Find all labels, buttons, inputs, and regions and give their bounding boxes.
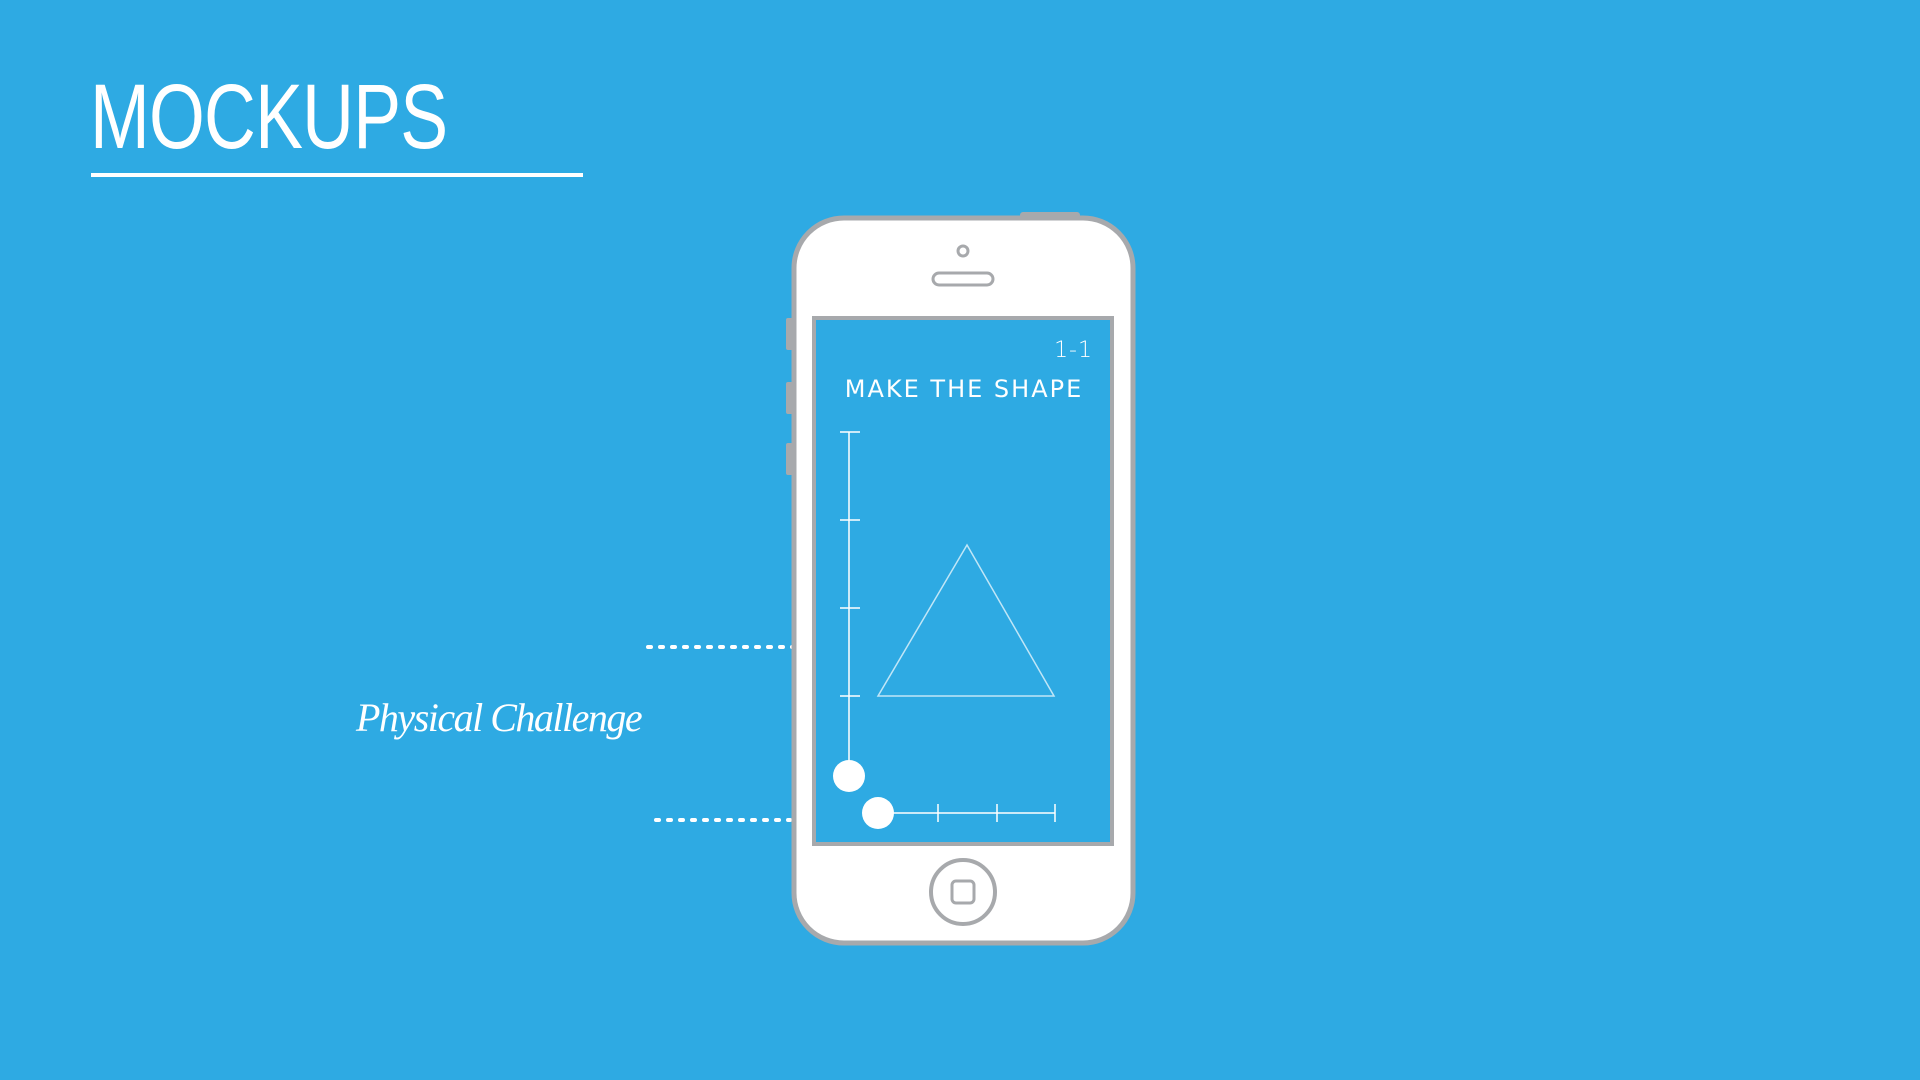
phone-mockup: 1-1 MAKE THE SHAPE — [0, 0, 1920, 1080]
phone-device — [786, 212, 1136, 946]
home-button-icon[interactable] — [929, 858, 997, 926]
horizontal-slider-handle[interactable] — [862, 797, 894, 829]
level-indicator: 1-1 — [1054, 338, 1093, 363]
vertical-slider-handle[interactable] — [833, 760, 865, 792]
challenge-title: MAKE THE SHAPE — [844, 375, 1084, 403]
